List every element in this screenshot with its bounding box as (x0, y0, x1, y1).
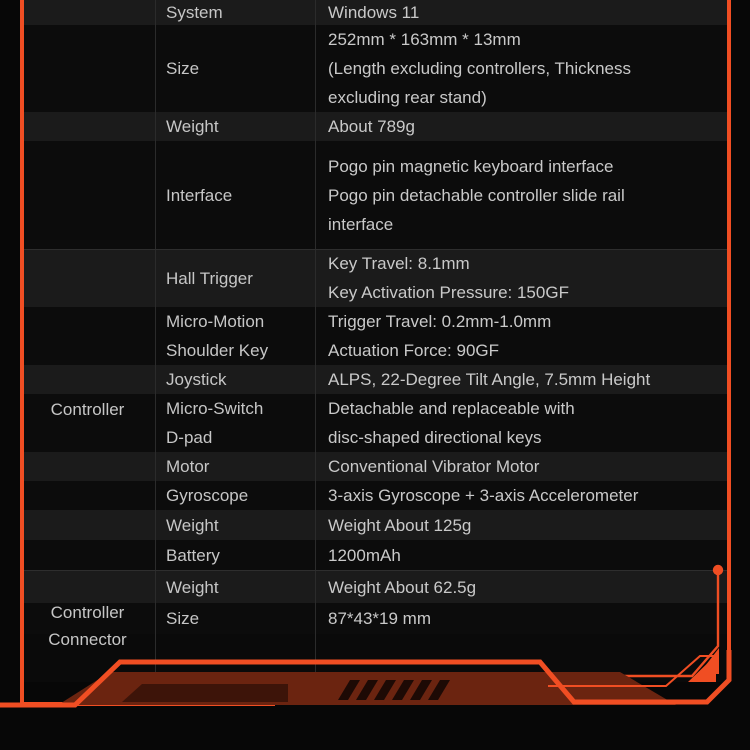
row-value-cell: Pogo pin magnetic keyboard interface Pog… (328, 156, 625, 234)
row-group-cell (20, 0, 155, 25)
row-label-cell: Micro-Switch D-pad (166, 399, 264, 447)
row-value-cell: Windows 11 (328, 3, 420, 22)
row-label-cell: Weight (166, 515, 219, 535)
row-value-cell: 252mm * 163mm * 13mm (Length excluding c… (328, 30, 632, 107)
row-value-cell: Key Travel: 8.1mm Key Activation Pressur… (328, 254, 569, 302)
row-label-cell: Weight (166, 577, 219, 597)
table-row: System Windows 11 (20, 0, 729, 25)
screenshot-stage: System Windows 11 Size 252mm * 163mm * 13mm… (0, 0, 750, 750)
column-separator-2 (315, 0, 316, 682)
row-value-cell: Weight About 125g (328, 515, 472, 535)
frame-border-left (20, 0, 24, 706)
table-row: Size 252mm * 163mm * 13mm (Length excludi… (20, 25, 729, 112)
row-label-cell: Weight (166, 117, 219, 136)
row-label-cell: Gyroscope (166, 486, 249, 505)
device-panel (122, 684, 288, 702)
connector-trace-line (600, 571, 720, 678)
row-label-cell: Interface (166, 185, 233, 205)
frame-border-bottom (20, 702, 275, 706)
row-group-cell (20, 25, 155, 112)
group-label-1: Controller (50, 400, 125, 419)
column-separator-1 (155, 0, 156, 682)
row-value-cell: Detachable and replaceable with disc-sha… (328, 399, 575, 447)
row-label-cell: System (166, 3, 223, 22)
row-group-cell (20, 112, 155, 141)
table-row: Interface Pogo pin magnetic keyboard inte… (20, 141, 729, 249)
group-label-2: Controller Connector (48, 603, 127, 649)
connector-decoration (600, 564, 724, 678)
row-value-cell: About 789g (328, 117, 415, 136)
row-label-cell: Size (166, 609, 200, 628)
row-label-cell: Battery (166, 546, 220, 565)
row-value-cell: Trigger Travel: 0.2mm-1.0mm Actuation Fo… (328, 312, 552, 360)
row-value-cell: ALPS, 22-Degree Tilt Angle, 7.5mm Height (328, 370, 651, 389)
row-label-cell (155, 634, 315, 682)
table-row: Weight About 789g (20, 112, 729, 141)
row-value-cell: Conventional Vibrator Motor (328, 457, 540, 476)
vent-slashes-icon (338, 680, 450, 700)
node-dot-icon (712, 564, 724, 576)
row-label-cell: Size (166, 59, 200, 78)
row-label-cell: Joystick (166, 370, 227, 389)
row-group-cell (20, 141, 155, 249)
row-label-cell: Motor (166, 457, 210, 476)
triangle-arrow-icon (699, 648, 719, 674)
row-value-cell: 3-axis Gyroscope + 3-axis Accelerometer (328, 486, 639, 505)
row-label-cell: Micro-Motion Shoulder Key (166, 312, 269, 360)
row-label-cell: Hall Trigger (166, 268, 253, 288)
